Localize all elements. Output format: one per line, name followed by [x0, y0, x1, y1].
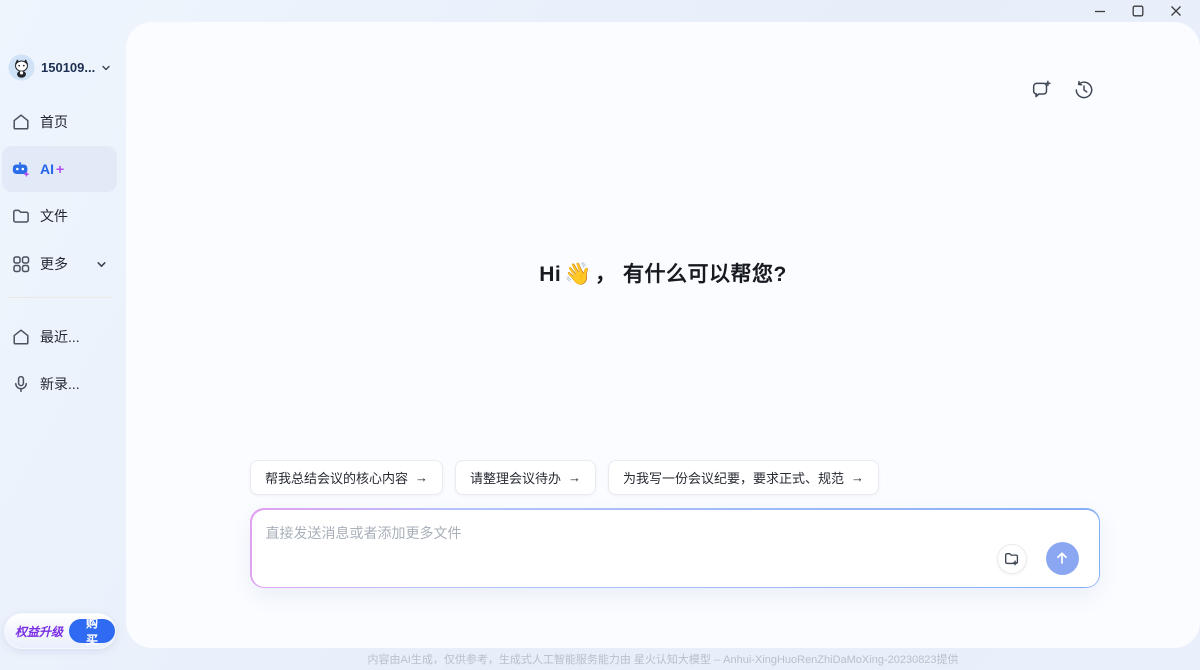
sidebar-item-new-recording[interactable]: 新录... — [2, 361, 117, 407]
sidebar: 150109... 首页 AI+ — [0, 0, 126, 670]
upgrade-banner: 权益升级 购买 — [4, 613, 116, 649]
suggestion-label: 请整理会议待办 — [470, 468, 561, 487]
message-input[interactable] — [252, 510, 1099, 587]
folder-icon — [11, 206, 31, 226]
microphone-icon — [11, 374, 31, 394]
sidebar-item-files[interactable]: 文件 — [2, 193, 117, 239]
buy-button[interactable]: 购买 — [69, 619, 115, 643]
minimize-button[interactable] — [1088, 1, 1112, 21]
suggestion-label: 帮我总结会议的核心内容 — [265, 468, 408, 487]
sidebar-item-label: 文件 — [40, 206, 68, 226]
close-icon — [1170, 5, 1182, 17]
sidebar-divider — [8, 297, 112, 298]
greeting-hi: Hi — [539, 263, 561, 286]
sidebar-item-label: 新录... — [40, 374, 80, 394]
arrow-right-icon: → — [415, 470, 428, 485]
cat-avatar — [8, 54, 35, 81]
new-chat-button[interactable] — [1030, 79, 1052, 101]
user-account[interactable]: 150109... — [8, 54, 111, 81]
clock-history-icon — [1073, 79, 1095, 101]
home-icon — [11, 327, 31, 347]
close-button[interactable] — [1164, 1, 1188, 21]
arrow-right-icon: → — [851, 470, 864, 485]
greeting-text: ， 有什么可以帮您? — [595, 263, 787, 286]
chevron-down-icon — [96, 259, 107, 270]
chat-plus-icon — [1030, 79, 1052, 101]
message-composer — [250, 508, 1100, 588]
arrow-right-icon: → — [568, 470, 581, 485]
sidebar-item-home[interactable]: 首页 — [2, 99, 117, 145]
sidebar-item-label-plus: + — [56, 161, 64, 177]
chevron-down-icon — [101, 63, 111, 73]
upgrade-label: 权益升级 — [15, 623, 63, 640]
folder-plus-icon — [1003, 550, 1021, 568]
grid-apps-icon — [11, 254, 31, 274]
app-window: 150109... 首页 AI+ — [0, 0, 1200, 670]
chat-toolbar — [1030, 79, 1095, 101]
add-file-button[interactable] — [997, 544, 1027, 574]
main-panel: Hi👋， 有什么可以帮您? 帮我总结会议的核心内容 → 请整理会议待办 → 为我… — [126, 22, 1200, 648]
home-icon — [11, 112, 31, 132]
composer-inner — [252, 510, 1099, 587]
history-button[interactable] — [1073, 79, 1095, 101]
sidebar-item-recent[interactable]: 最近... — [2, 314, 117, 360]
sidebar-item-label: 更多 — [40, 254, 68, 274]
maximize-button[interactable] — [1126, 1, 1150, 21]
maximize-icon — [1132, 5, 1144, 17]
minimize-icon — [1094, 5, 1106, 17]
suggestion-meeting-todos[interactable]: 请整理会议待办 → — [455, 460, 596, 495]
arrow-up-icon — [1053, 549, 1071, 567]
ai-disclaimer: 内容由AI生成，仅供参考，生成式人工智能服务能力由 星火认知大模型 – Anhu… — [126, 651, 1200, 667]
sidebar-item-ai[interactable]: AI+ — [2, 146, 117, 192]
suggestion-label: 为我写一份会议纪要，要求正式、规范 — [623, 468, 844, 487]
sidebar-item-more[interactable]: 更多 — [2, 241, 117, 287]
window-controls — [1088, 0, 1200, 22]
suggestion-chips: 帮我总结会议的核心内容 → 请整理会议待办 → 为我写一份会议纪要，要求正式、规… — [250, 460, 879, 495]
greeting: Hi👋， 有什么可以帮您? — [126, 258, 1200, 288]
send-button[interactable] — [1046, 542, 1079, 575]
sidebar-item-label: 最近... — [40, 327, 80, 347]
sidebar-item-label: AI — [40, 161, 54, 177]
wave-emoji: 👋 — [564, 261, 592, 286]
suggestion-meeting-minutes[interactable]: 为我写一份会议纪要，要求正式、规范 → — [608, 460, 879, 495]
sidebar-item-label: 首页 — [40, 112, 68, 132]
robot-sparkle-icon — [11, 159, 31, 179]
user-name: 150109... — [41, 60, 95, 75]
suggestion-summarize-meeting[interactable]: 帮我总结会议的核心内容 → — [250, 460, 443, 495]
